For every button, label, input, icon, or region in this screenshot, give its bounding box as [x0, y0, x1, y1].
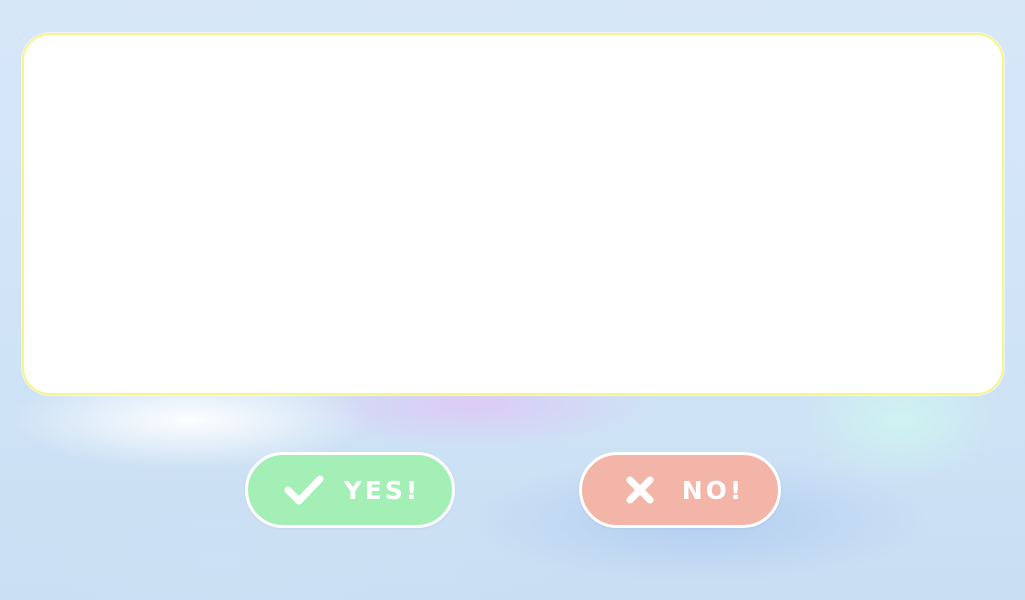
yes-button-label: YES! — [343, 475, 421, 505]
yes-button[interactable]: YES! — [245, 452, 455, 528]
check-icon — [280, 466, 328, 514]
no-button-label: NO! — [681, 475, 745, 505]
message-panel — [22, 33, 1004, 395]
no-button[interactable]: NO! — [579, 452, 781, 528]
close-icon — [616, 466, 664, 514]
